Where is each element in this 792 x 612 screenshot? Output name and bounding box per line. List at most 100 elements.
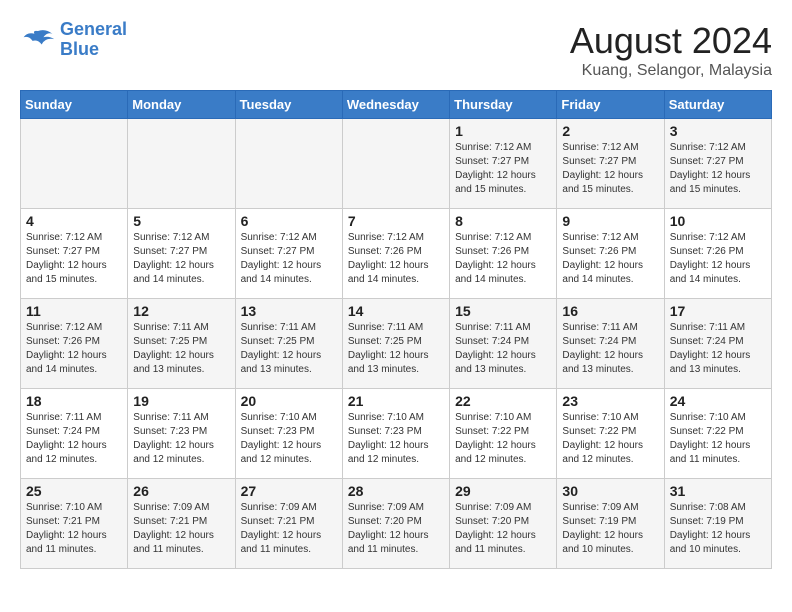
day-info: Sunrise: 7:12 AM Sunset: 7:27 PM Dayligh… <box>670 141 766 197</box>
header-thursday: Thursday <box>450 91 557 119</box>
day-number: 14 <box>348 303 444 319</box>
calendar-cell: 11 Sunrise: 7:12 AM Sunset: 7:26 PM Dayli… <box>21 299 128 389</box>
day-info: Sunrise: 7:11 AM Sunset: 7:24 PM Dayligh… <box>26 411 122 467</box>
day-number: 29 <box>455 483 551 499</box>
day-number: 10 <box>670 213 766 229</box>
day-number: 1 <box>455 123 551 139</box>
day-number: 25 <box>26 483 122 499</box>
calendar-cell: 9 Sunrise: 7:12 AM Sunset: 7:26 PM Daylig… <box>557 209 664 299</box>
day-number: 20 <box>241 393 337 409</box>
calendar-cell: 8Sunrise: 7:12 AM Sunset: 7:26 PM Daylig… <box>450 209 557 299</box>
day-info: Sunrise: 7:10 AM Sunset: 7:23 PM Dayligh… <box>348 411 444 467</box>
day-info: Sunrise: 7:11 AM Sunset: 7:24 PM Dayligh… <box>670 321 766 377</box>
day-info: Sunrise: 7:12 AM Sunset: 7:27 PM Dayligh… <box>133 231 229 287</box>
week-row-5: 25 Sunrise: 7:10 AM Sunset: 7:21 PM Dayli… <box>21 479 772 569</box>
header-monday: Monday <box>128 91 235 119</box>
day-number: 17 <box>670 303 766 319</box>
day-info: Sunrise: 7:09 AM Sunset: 7:21 PM Dayligh… <box>241 501 337 557</box>
day-number: 4 <box>26 213 122 229</box>
calendar-cell: 27 Sunrise: 7:09 AM Sunset: 7:21 PM Dayli… <box>235 479 342 569</box>
week-row-4: 18Sunrise: 7:11 AM Sunset: 7:24 PM Dayli… <box>21 389 772 479</box>
logo-text: General Blue <box>60 20 127 60</box>
calendar-cell: 7Sunrise: 7:12 AM Sunset: 7:26 PM Daylig… <box>342 209 449 299</box>
calendar-cell <box>235 119 342 209</box>
day-number: 21 <box>348 393 444 409</box>
day-info: Sunrise: 7:12 AM Sunset: 7:26 PM Dayligh… <box>26 321 122 377</box>
header-sunday: Sunday <box>21 91 128 119</box>
calendar-cell: 26 Sunrise: 7:09 AM Sunset: 7:21 PM Dayli… <box>128 479 235 569</box>
calendar-cell: 31 Sunrise: 7:08 AM Sunset: 7:19 PM Dayli… <box>664 479 771 569</box>
day-number: 19 <box>133 393 229 409</box>
calendar-cell: 16 Sunrise: 7:11 AM Sunset: 7:24 PM Dayli… <box>557 299 664 389</box>
day-number: 23 <box>562 393 658 409</box>
calendar-cell: 5 Sunrise: 7:12 AM Sunset: 7:27 PM Daylig… <box>128 209 235 299</box>
day-number: 22 <box>455 393 551 409</box>
day-info: Sunrise: 7:11 AM Sunset: 7:24 PM Dayligh… <box>562 321 658 377</box>
day-info: Sunrise: 7:08 AM Sunset: 7:19 PM Dayligh… <box>670 501 766 557</box>
day-number: 24 <box>670 393 766 409</box>
calendar-cell: 4 Sunrise: 7:12 AM Sunset: 7:27 PM Daylig… <box>21 209 128 299</box>
day-number: 8 <box>455 213 551 229</box>
month-year-title: August 2024 <box>570 20 772 62</box>
day-info: Sunrise: 7:12 AM Sunset: 7:27 PM Dayligh… <box>562 141 658 197</box>
calendar-cell: 20 Sunrise: 7:10 AM Sunset: 7:23 PM Dayli… <box>235 389 342 479</box>
calendar-cell: 1 Sunrise: 7:12 AM Sunset: 7:27 PM Daylig… <box>450 119 557 209</box>
header-wednesday: Wednesday <box>342 91 449 119</box>
day-number: 16 <box>562 303 658 319</box>
calendar-cell: 23 Sunrise: 7:10 AM Sunset: 7:22 PM Dayli… <box>557 389 664 479</box>
day-number: 30 <box>562 483 658 499</box>
calendar-cell: 2 Sunrise: 7:12 AM Sunset: 7:27 PM Daylig… <box>557 119 664 209</box>
header-tuesday: Tuesday <box>235 91 342 119</box>
day-number: 6 <box>241 213 337 229</box>
header-friday: Friday <box>557 91 664 119</box>
calendar-cell: 13Sunrise: 7:11 AM Sunset: 7:25 PM Dayli… <box>235 299 342 389</box>
day-number: 31 <box>670 483 766 499</box>
calendar-cell: 17 Sunrise: 7:11 AM Sunset: 7:24 PM Dayli… <box>664 299 771 389</box>
day-info: Sunrise: 7:10 AM Sunset: 7:23 PM Dayligh… <box>241 411 337 467</box>
title-block: August 2024 Kuang, Selangor, Malaysia <box>570 20 772 80</box>
logo-icon <box>20 26 56 54</box>
calendar-cell: 21 Sunrise: 7:10 AM Sunset: 7:23 PM Dayli… <box>342 389 449 479</box>
day-info: Sunrise: 7:12 AM Sunset: 7:27 PM Dayligh… <box>241 231 337 287</box>
week-row-2: 4 Sunrise: 7:12 AM Sunset: 7:27 PM Daylig… <box>21 209 772 299</box>
calendar-cell: 19 Sunrise: 7:11 AM Sunset: 7:23 PM Dayli… <box>128 389 235 479</box>
day-info: Sunrise: 7:09 AM Sunset: 7:21 PM Dayligh… <box>133 501 229 557</box>
calendar-cell: 24 Sunrise: 7:10 AM Sunset: 7:22 PM Dayli… <box>664 389 771 479</box>
calendar-cell: 29 Sunrise: 7:09 AM Sunset: 7:20 PM Dayli… <box>450 479 557 569</box>
day-info: Sunrise: 7:12 AM Sunset: 7:27 PM Dayligh… <box>455 141 551 197</box>
location-subtitle: Kuang, Selangor, Malaysia <box>570 62 772 80</box>
day-number: 2 <box>562 123 658 139</box>
day-info: Sunrise: 7:10 AM Sunset: 7:22 PM Dayligh… <box>670 411 766 467</box>
calendar-cell: 15 Sunrise: 7:11 AM Sunset: 7:24 PM Dayli… <box>450 299 557 389</box>
calendar-cell: 6 Sunrise: 7:12 AM Sunset: 7:27 PM Daylig… <box>235 209 342 299</box>
day-number: 9 <box>562 213 658 229</box>
calendar-cell: 28Sunrise: 7:09 AM Sunset: 7:20 PM Dayli… <box>342 479 449 569</box>
day-info: Sunrise: 7:12 AM Sunset: 7:26 PM Dayligh… <box>670 231 766 287</box>
header-row: SundayMondayTuesdayWednesdayThursdayFrid… <box>21 91 772 119</box>
day-number: 11 <box>26 303 122 319</box>
day-info: Sunrise: 7:10 AM Sunset: 7:21 PM Dayligh… <box>26 501 122 557</box>
calendar-cell <box>342 119 449 209</box>
calendar-cell: 25 Sunrise: 7:10 AM Sunset: 7:21 PM Dayli… <box>21 479 128 569</box>
day-number: 28 <box>348 483 444 499</box>
day-number: 15 <box>455 303 551 319</box>
calendar-cell: 18Sunrise: 7:11 AM Sunset: 7:24 PM Dayli… <box>21 389 128 479</box>
header-saturday: Saturday <box>664 91 771 119</box>
day-number: 5 <box>133 213 229 229</box>
day-info: Sunrise: 7:12 AM Sunset: 7:27 PM Dayligh… <box>26 231 122 287</box>
day-info: Sunrise: 7:10 AM Sunset: 7:22 PM Dayligh… <box>455 411 551 467</box>
day-number: 3 <box>670 123 766 139</box>
calendar-cell: 12Sunrise: 7:11 AM Sunset: 7:25 PM Dayli… <box>128 299 235 389</box>
day-info: Sunrise: 7:09 AM Sunset: 7:20 PM Dayligh… <box>455 501 551 557</box>
day-number: 26 <box>133 483 229 499</box>
day-info: Sunrise: 7:10 AM Sunset: 7:22 PM Dayligh… <box>562 411 658 467</box>
day-number: 27 <box>241 483 337 499</box>
calendar-cell: 30Sunrise: 7:09 AM Sunset: 7:19 PM Dayli… <box>557 479 664 569</box>
day-info: Sunrise: 7:11 AM Sunset: 7:24 PM Dayligh… <box>455 321 551 377</box>
day-info: Sunrise: 7:11 AM Sunset: 7:25 PM Dayligh… <box>241 321 337 377</box>
day-info: Sunrise: 7:12 AM Sunset: 7:26 PM Dayligh… <box>562 231 658 287</box>
calendar-cell: 14Sunrise: 7:11 AM Sunset: 7:25 PM Dayli… <box>342 299 449 389</box>
calendar-cell: 22 Sunrise: 7:10 AM Sunset: 7:22 PM Dayli… <box>450 389 557 479</box>
day-info: Sunrise: 7:11 AM Sunset: 7:23 PM Dayligh… <box>133 411 229 467</box>
calendar-cell <box>128 119 235 209</box>
